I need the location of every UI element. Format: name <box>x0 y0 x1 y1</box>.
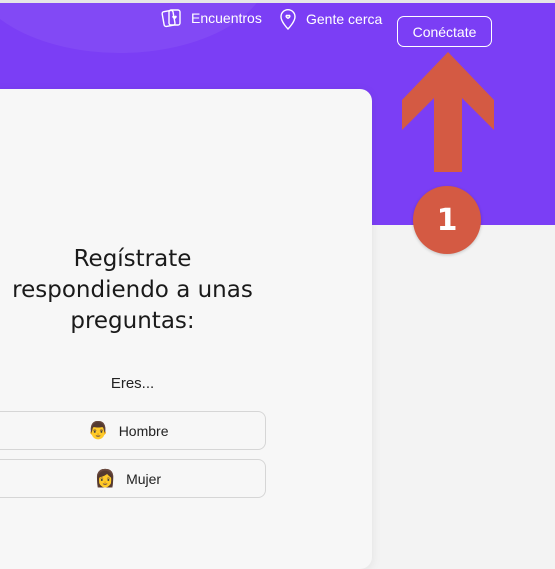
gender-option-mujer[interactable]: 👩 Mujer <box>0 459 266 498</box>
arrow-up-icon <box>402 52 494 172</box>
gender-option-hombre[interactable]: 👨 Hombre <box>0 411 266 450</box>
gender-option-label: Mujer <box>126 470 162 487</box>
signup-title-line: Regístrate <box>73 246 192 272</box>
step-badge: 1 <box>413 186 481 254</box>
nav-encuentros-label: Encuentros <box>191 10 262 26</box>
woman-icon: 👩 <box>94 469 117 488</box>
nav-encuentros[interactable]: Encuentros <box>161 7 262 29</box>
nav-gente-cerca-label: Gente cerca <box>306 11 383 27</box>
gender-question: Eres... <box>110 375 155 392</box>
gender-option-label: Hombre <box>118 422 169 439</box>
signup-title: Regístrate respondiendo a unas preguntas… <box>0 244 285 337</box>
cards-heart-icon <box>161 9 181 28</box>
signup-title-line: respondiendo a unas <box>12 277 253 303</box>
connect-button[interactable]: Conéctate <box>397 16 492 47</box>
nav-gente-cerca[interactable]: Gente cerca <box>278 7 382 31</box>
man-icon: 👨 <box>87 421 109 440</box>
location-pin-icon <box>280 9 296 31</box>
signup-title-line: preguntas: <box>70 308 195 334</box>
